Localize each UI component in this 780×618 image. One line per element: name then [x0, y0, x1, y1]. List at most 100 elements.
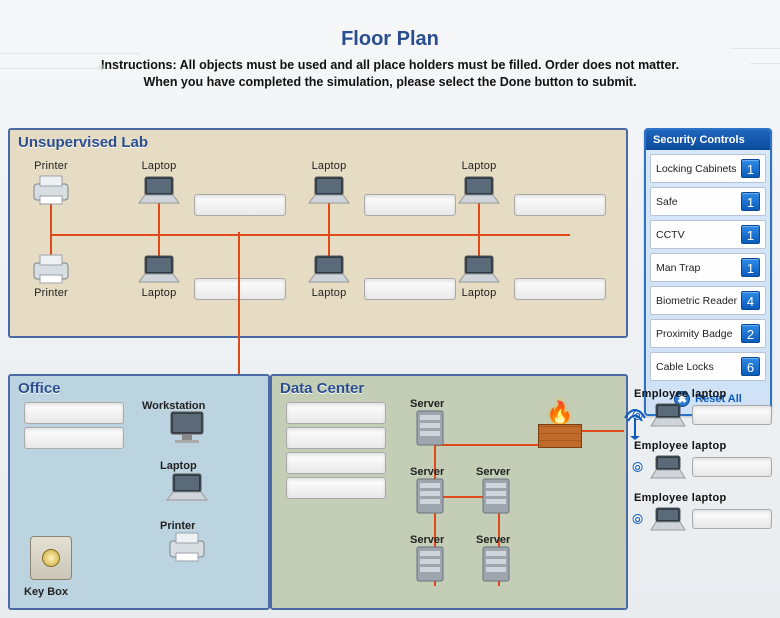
- device-label: Laptop: [294, 160, 364, 172]
- laptop-icon: [648, 402, 688, 428]
- control-item-cctv[interactable]: CCTV1: [650, 220, 766, 249]
- laptop-icon: [134, 173, 184, 207]
- laptop-icon: [304, 252, 354, 286]
- device-label: Printer: [16, 160, 86, 172]
- placeholder-slot[interactable]: [286, 477, 386, 499]
- server-icon: [405, 478, 455, 512]
- device-label: Laptop: [124, 287, 194, 299]
- laptop-icon: [134, 252, 184, 286]
- device-printer[interactable]: Printer: [16, 252, 86, 299]
- device-server[interactable]: [466, 546, 526, 580]
- device-label: Laptop: [124, 160, 194, 172]
- placeholder-slot[interactable]: [692, 509, 772, 529]
- control-label: CCTV: [656, 229, 685, 241]
- flame-icon: 🔥: [546, 400, 573, 426]
- device-label: Printer: [16, 287, 86, 299]
- zone-unsupervised-lab: Unsupervised Lab Printer Laptop Laptop: [8, 128, 628, 338]
- instructions-line-1: Instructions: All objects must be used a…: [101, 58, 679, 72]
- device-workstation[interactable]: [152, 410, 222, 444]
- wifi-icon: ⦾: [632, 514, 643, 524]
- placeholder-stack: [286, 402, 386, 502]
- count-badge: 1: [741, 192, 760, 211]
- control-item-man-trap[interactable]: Man Trap1: [650, 253, 766, 282]
- device-server[interactable]: [400, 478, 460, 512]
- floor-plan-canvas: Unsupervised Lab Printer Laptop Laptop: [8, 128, 772, 614]
- employee-label: Employee laptop: [632, 388, 772, 400]
- server-icon: [471, 478, 521, 512]
- placeholder-slot[interactable]: [286, 427, 386, 449]
- placeholder-slot[interactable]: [692, 405, 772, 425]
- device-laptop[interactable]: [152, 470, 222, 504]
- decor-sparkle: ✦: [95, 58, 108, 78]
- placeholder-slot[interactable]: [286, 452, 386, 474]
- server-icon: [405, 410, 455, 444]
- printer-icon: [162, 530, 212, 564]
- placeholder-slot[interactable]: [24, 427, 124, 449]
- placeholder-slot[interactable]: [514, 194, 606, 216]
- zone-title-lab: Unsupervised Lab: [18, 134, 148, 151]
- control-item-proximity-badge[interactable]: Proximity Badge 2: [650, 319, 766, 348]
- device-laptop[interactable]: Laptop: [294, 160, 364, 207]
- employee-laptop-item: Employee laptop ⦾: [632, 388, 772, 428]
- firewall-icon: [538, 424, 582, 448]
- count-badge: 2: [741, 324, 760, 343]
- device-firewall[interactable]: 🔥: [538, 412, 582, 448]
- placeholder-slot[interactable]: [24, 402, 124, 424]
- device-keybox[interactable]: [30, 536, 72, 580]
- count-badge: 6: [741, 357, 760, 376]
- device-laptop[interactable]: Laptop: [294, 252, 364, 299]
- printer-icon: [26, 173, 76, 207]
- device-label: Laptop: [294, 287, 364, 299]
- device-server[interactable]: [466, 478, 526, 512]
- panel-security-controls: Security Controls Locking Cabinets 1 Safe…: [644, 128, 772, 416]
- page-title: Floor Plan: [0, 28, 780, 51]
- control-label: Proximity Badge: [656, 328, 732, 340]
- device-laptop[interactable]: Laptop: [124, 252, 194, 299]
- placeholder-slot[interactable]: [194, 194, 286, 216]
- employee-laptop-item: Employee laptop ⦾: [632, 440, 772, 480]
- device-laptop[interactable]: Laptop: [444, 252, 514, 299]
- laptop-icon: [454, 252, 504, 286]
- control-item-locking-cabinets[interactable]: Locking Cabinets 1: [650, 154, 766, 183]
- instructions-line-2: When you have completed the simulation, …: [143, 75, 636, 89]
- placeholder-slot[interactable]: [194, 278, 286, 300]
- device-server[interactable]: [400, 410, 460, 444]
- placeholder-slot[interactable]: [364, 278, 456, 300]
- placeholder-slot[interactable]: [514, 278, 606, 300]
- device-label: Key Box: [24, 586, 68, 598]
- laptop-icon: [304, 173, 354, 207]
- control-item-safe[interactable]: Safe 1: [650, 187, 766, 216]
- placeholder-slot[interactable]: [692, 457, 772, 477]
- server-icon: [405, 546, 455, 580]
- count-badge: 1: [741, 159, 760, 178]
- device-laptop[interactable]: Laptop: [444, 160, 514, 207]
- device-printer[interactable]: Printer: [16, 160, 86, 207]
- control-item-cable-locks[interactable]: Cable Locks6: [650, 352, 766, 381]
- employee-laptop-zone: Employee laptop ⦾ Employee laptop ⦾ Empl…: [632, 388, 772, 544]
- decor-line: [730, 48, 780, 49]
- laptop-icon: [648, 454, 688, 480]
- panel-header: Security Controls: [646, 130, 770, 150]
- decor-line: [750, 63, 780, 64]
- device-label: Laptop: [444, 160, 514, 172]
- zone-office: Office Workstation Laptop Printer Key Bo…: [8, 374, 270, 610]
- control-item-biometric-reader[interactable]: Biometric Reader 4: [650, 286, 766, 315]
- placeholder-stack: [24, 402, 124, 452]
- placeholder-slot[interactable]: [364, 194, 456, 216]
- zone-title-datacenter: Data Center: [280, 380, 364, 397]
- device-printer[interactable]: [152, 530, 222, 564]
- employee-label: Employee laptop: [632, 440, 772, 452]
- network-wire: [582, 430, 624, 432]
- control-label: Locking Cabinets: [656, 163, 737, 175]
- zone-title-office: Office: [18, 380, 61, 397]
- employee-laptop-item: Employee laptop ⦾: [632, 492, 772, 532]
- control-label: Safe: [656, 196, 678, 208]
- placeholder-slot[interactable]: [286, 402, 386, 424]
- device-server[interactable]: [400, 546, 460, 580]
- device-label: Laptop: [444, 287, 514, 299]
- device-laptop[interactable]: Laptop: [124, 160, 194, 207]
- monitor-icon: [162, 410, 212, 444]
- count-badge: 4: [741, 291, 760, 310]
- control-label: Biometric Reader: [656, 295, 737, 307]
- instructions-text: Instructions: All objects must be used a…: [30, 57, 750, 91]
